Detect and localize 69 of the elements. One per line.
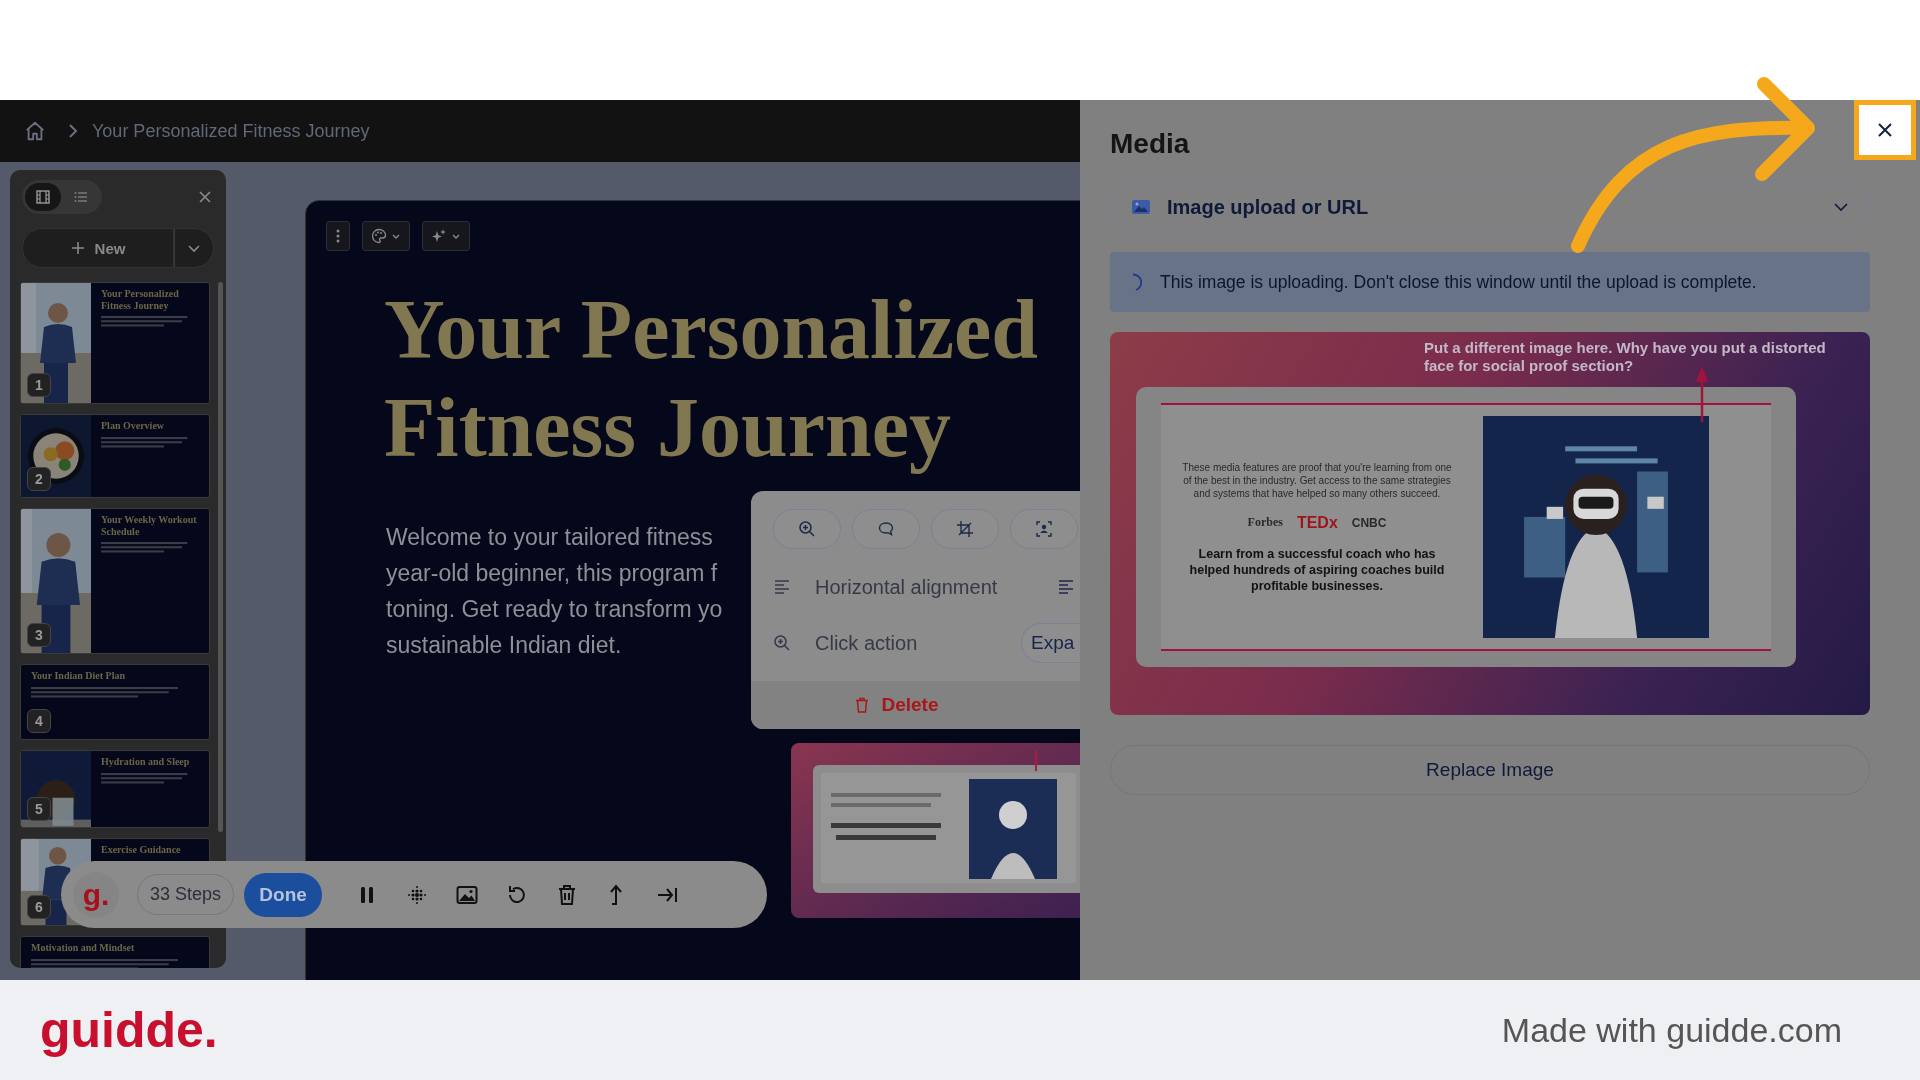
zoom-in-icon xyxy=(798,520,816,538)
palette-icon xyxy=(371,228,387,244)
comment-icon xyxy=(877,520,895,538)
slide-body-text: Welcome to your tailored fitness xyxy=(386,523,714,552)
click-action-button[interactable]: Expa xyxy=(1021,623,1080,663)
slide-thumbnail[interactable]: Motivation and Mindset xyxy=(20,936,210,968)
card-headline: Learn from a successful coach who has helped hundreds of aspiring coaches build profitable businesses. xyxy=(1188,545,1446,594)
done-button[interactable]: Done xyxy=(244,872,323,917)
media-logo: Forbes xyxy=(1247,515,1283,530)
align-left-button[interactable] xyxy=(1057,578,1075,596)
slide-thumbnail[interactable]: Hydration and Sleep 5 xyxy=(20,750,210,828)
slide-number: 1 xyxy=(27,373,51,397)
media-logo: CNBC xyxy=(1351,515,1387,530)
panel-title: Media xyxy=(1110,128,1191,160)
card-text: These media features are proof that you're learning from one of the best in the industry. Get access to the same strategies and systems that have helped so many others succeed. xyxy=(1181,460,1453,500)
slide-heading: Your Personalized xyxy=(384,282,1040,378)
dropdown-value: Image upload or URL xyxy=(1167,195,1370,219)
portrait-button[interactable] xyxy=(1010,509,1078,549)
slide-title: Your Personalized Fitness Journey xyxy=(101,288,180,311)
setting-label: Horizontal alignment xyxy=(815,575,998,599)
source-dropdown[interactable]: Image upload or URL xyxy=(1110,182,1870,232)
slide-title: Your Indian Diet Plan xyxy=(31,670,126,682)
slide-thumbnail[interactable]: Plan Overview 2 xyxy=(20,414,210,498)
slide-number: 4 xyxy=(27,709,51,733)
image-icon xyxy=(1131,197,1151,217)
close-icon xyxy=(1876,121,1894,139)
zoom-button[interactable] xyxy=(773,509,841,549)
slide-heading: Fitness Journey xyxy=(384,380,952,476)
zoom-in-icon xyxy=(773,634,791,652)
replace-image-button[interactable]: Replace Image xyxy=(1110,745,1870,795)
slide-number: 6 xyxy=(27,895,51,919)
setting-label: Click action xyxy=(815,631,918,655)
slide-thumbnail[interactable]: Your Weekly Workout Schedule 3 xyxy=(20,508,210,654)
filmstrip-icon xyxy=(35,189,51,205)
slide-body-text: year-old beginner, this program f xyxy=(386,559,719,588)
plus-icon xyxy=(70,241,85,255)
portrait-icon xyxy=(1035,520,1053,538)
crop-icon xyxy=(956,520,974,538)
crop-button[interactable] xyxy=(931,509,999,549)
slide-number: 2 xyxy=(27,467,51,491)
slide-thumbnail[interactable]: Your Personalized Fitness Journey 1 xyxy=(20,282,210,404)
slide-body-text: sustainable Indian diet. xyxy=(386,631,623,660)
filmstrip-tab[interactable] xyxy=(25,183,61,211)
scrollbar[interactable] xyxy=(218,282,223,832)
ai-button[interactable] xyxy=(422,221,470,251)
slide-thumbnail[interactable]: Your Indian Diet Plan 4 xyxy=(20,664,210,740)
credit-text: Made with guidde.com xyxy=(1501,1010,1842,1050)
alert-text: This image is uploading. Don't close this window until the upload is complete. xyxy=(1160,271,1757,293)
align-left-icon xyxy=(1057,578,1075,596)
chevron-icon xyxy=(68,123,78,139)
align-left-icon xyxy=(773,578,791,596)
close-icon[interactable] xyxy=(198,190,212,204)
slide-number: 5 xyxy=(27,797,51,821)
media-logo: TEDx xyxy=(1296,513,1338,532)
slide-title: Hydration and Sleep xyxy=(101,756,191,768)
breadcrumb-link[interactable]: Your Personalized Fitness Journey xyxy=(92,120,370,142)
slide-title: Your Weekly Workout Schedule xyxy=(101,514,198,537)
slide-title: Motivation and Mindset xyxy=(31,942,136,954)
slide-title: Plan Overview xyxy=(101,420,166,432)
slide-title: Exercise Guidance xyxy=(101,844,182,856)
list-icon xyxy=(73,189,89,205)
annotation-text: Put a different image here. Why have you put a distorted face for social proof section? xyxy=(1424,339,1827,375)
slide-body-text: toning. Get ready to transform yo xyxy=(386,595,724,624)
theme-button[interactable] xyxy=(362,221,410,251)
new-slide-button[interactable]: New xyxy=(22,228,174,268)
slide-number: 3 xyxy=(27,623,51,647)
guidde-logo: g. xyxy=(73,871,119,918)
home-icon[interactable] xyxy=(24,120,46,142)
guidde-logo: guidde. xyxy=(40,1001,218,1059)
